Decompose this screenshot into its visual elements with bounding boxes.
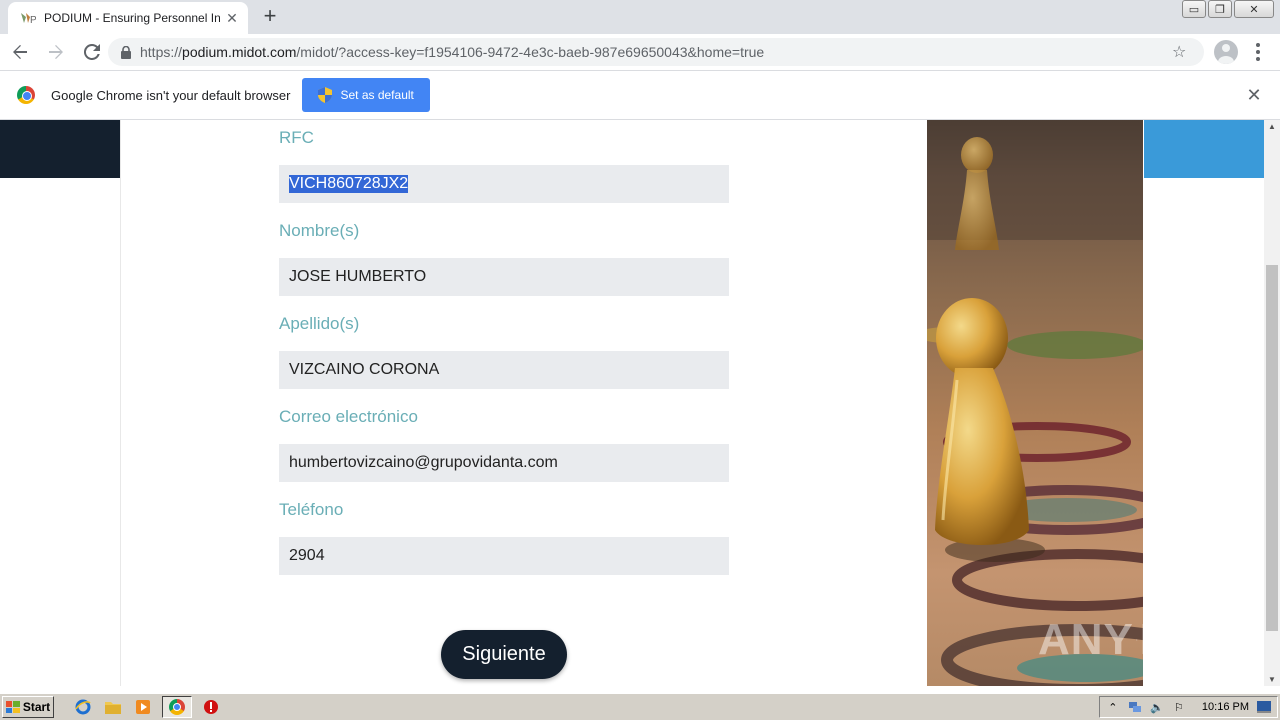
lock-icon — [120, 45, 132, 59]
folder-icon[interactable] — [102, 696, 124, 718]
apellido-input[interactable]: VIZCAINO CORONA — [279, 351, 729, 389]
game-piece-photo — [927, 120, 1143, 686]
internet-explorer-icon[interactable] — [72, 696, 94, 718]
siguiente-button[interactable]: Siguiente — [441, 630, 567, 679]
back-arrow-icon[interactable] — [4, 36, 36, 68]
windows-taskbar: Start ⌃ 🔈 ⚐ 10:16 PM — [0, 693, 1280, 720]
correo-value: humbertovizcaino@grupovidanta.com — [289, 454, 558, 471]
browser-toolbar: https://podium.midot.com/midot/?access-k… — [0, 34, 1280, 70]
set-as-default-button[interactable]: Set as default — [302, 78, 430, 112]
telefono-value: 2904 — [289, 547, 325, 564]
default-browser-infobar: Google Chrome isn't your default browser… — [0, 70, 1280, 120]
media-player-icon[interactable] — [132, 696, 154, 718]
url-path: /midot/?access-key=f1954106-9472-4e3c-ba… — [296, 44, 765, 60]
set-as-default-label: Set as default — [340, 88, 414, 102]
window-controls: ▭ ❐ ✕ — [1182, 0, 1274, 18]
forward-arrow-icon[interactable] — [40, 36, 72, 68]
tab-strip: P PODIUM - Ensuring Personnel Integr ✕ +… — [0, 0, 1280, 34]
page-viewport: RFC VICH860728JX2 Nombre(s) JOSE HUMBERT… — [0, 120, 1264, 686]
network-icon[interactable] — [1128, 700, 1142, 714]
rfc-input[interactable]: VICH860728JX2 — [279, 165, 729, 203]
stop-icon[interactable] — [200, 696, 222, 718]
url-text: https://podium.midot.com/midot/?access-k… — [140, 44, 1172, 60]
restore-button[interactable]: ❐ — [1208, 0, 1232, 18]
system-tray: ⌃ 🔈 ⚐ 10:16 PM — [1098, 696, 1278, 718]
nombre-value: JOSE HUMBERTO — [289, 268, 427, 285]
header-blue-block — [1144, 120, 1264, 178]
infobar-message: Google Chrome isn't your default browser — [51, 87, 291, 103]
new-tab-button[interactable]: + — [258, 3, 282, 28]
chrome-taskbar-icon[interactable] — [162, 696, 192, 718]
nombre-label: Nombre(s) — [279, 221, 360, 240]
tray-expand-icon[interactable]: ⌃ — [1106, 700, 1120, 714]
svg-text:P: P — [30, 15, 36, 25]
minimize-button[interactable]: ▭ — [1182, 0, 1206, 18]
profile-avatar-icon[interactable] — [1214, 40, 1238, 64]
address-bar[interactable]: https://podium.midot.com/midot/?access-k… — [108, 38, 1204, 66]
show-desktop-icon[interactable] — [1257, 700, 1271, 714]
correo-label: Correo electrónico — [279, 407, 418, 426]
clock: 10:16 PM — [1201, 701, 1249, 713]
rfc-label: RFC — [279, 128, 314, 147]
url-scheme: https:// — [140, 44, 183, 60]
window-close-button[interactable]: ✕ — [1234, 0, 1274, 18]
left-divider — [120, 120, 121, 686]
rfc-value: VICH860728JX2 — [289, 175, 409, 193]
reload-icon[interactable] — [76, 36, 108, 68]
tab-close-icon[interactable]: ✕ — [224, 10, 240, 26]
scroll-thumb[interactable] — [1266, 265, 1278, 631]
infobar-close-icon[interactable]: ✕ — [1244, 85, 1264, 105]
scroll-down-icon[interactable]: ▼ — [1268, 675, 1276, 684]
start-label: Start — [22, 700, 51, 714]
volume-icon[interactable]: 🔈 — [1150, 700, 1164, 714]
windows-logo-icon — [5, 701, 20, 713]
play-logo-icon — [1136, 638, 1138, 642]
correo-input[interactable]: humbertovizcaino@grupovidanta.com — [279, 444, 729, 482]
anyrun-watermark: ANY RUN — [1038, 610, 1238, 670]
url-host: podium.midot.com — [182, 44, 297, 60]
tab-title: PODIUM - Ensuring Personnel Integr — [44, 11, 220, 25]
nombre-input[interactable]: JOSE HUMBERTO — [279, 258, 729, 296]
menu-dots-icon[interactable] — [1248, 40, 1268, 64]
watermark-right: RUN — [1139, 615, 1238, 664]
apellido-value: VIZCAINO CORONA — [289, 361, 440, 378]
browser-tab[interactable]: P PODIUM - Ensuring Personnel Integr ✕ — [8, 2, 248, 34]
telefono-label: Teléfono — [279, 500, 344, 519]
podium-favicon-icon: P — [20, 10, 36, 26]
watermark-left: ANY — [1038, 615, 1134, 664]
telefono-input[interactable]: 2904 — [279, 537, 729, 575]
flag-icon[interactable]: ⚐ — [1172, 700, 1186, 714]
apellido-label: Apellido(s) — [279, 314, 360, 333]
page-scrollbar[interactable]: ▲ ▼ — [1264, 120, 1280, 686]
chrome-logo-icon — [17, 86, 35, 104]
uac-shield-icon — [318, 87, 333, 103]
bookmark-star-icon[interactable]: ☆ — [1172, 42, 1196, 62]
start-button[interactable]: Start — [2, 696, 54, 718]
header-dark-block — [0, 120, 120, 178]
scroll-up-icon[interactable]: ▲ — [1268, 122, 1276, 131]
